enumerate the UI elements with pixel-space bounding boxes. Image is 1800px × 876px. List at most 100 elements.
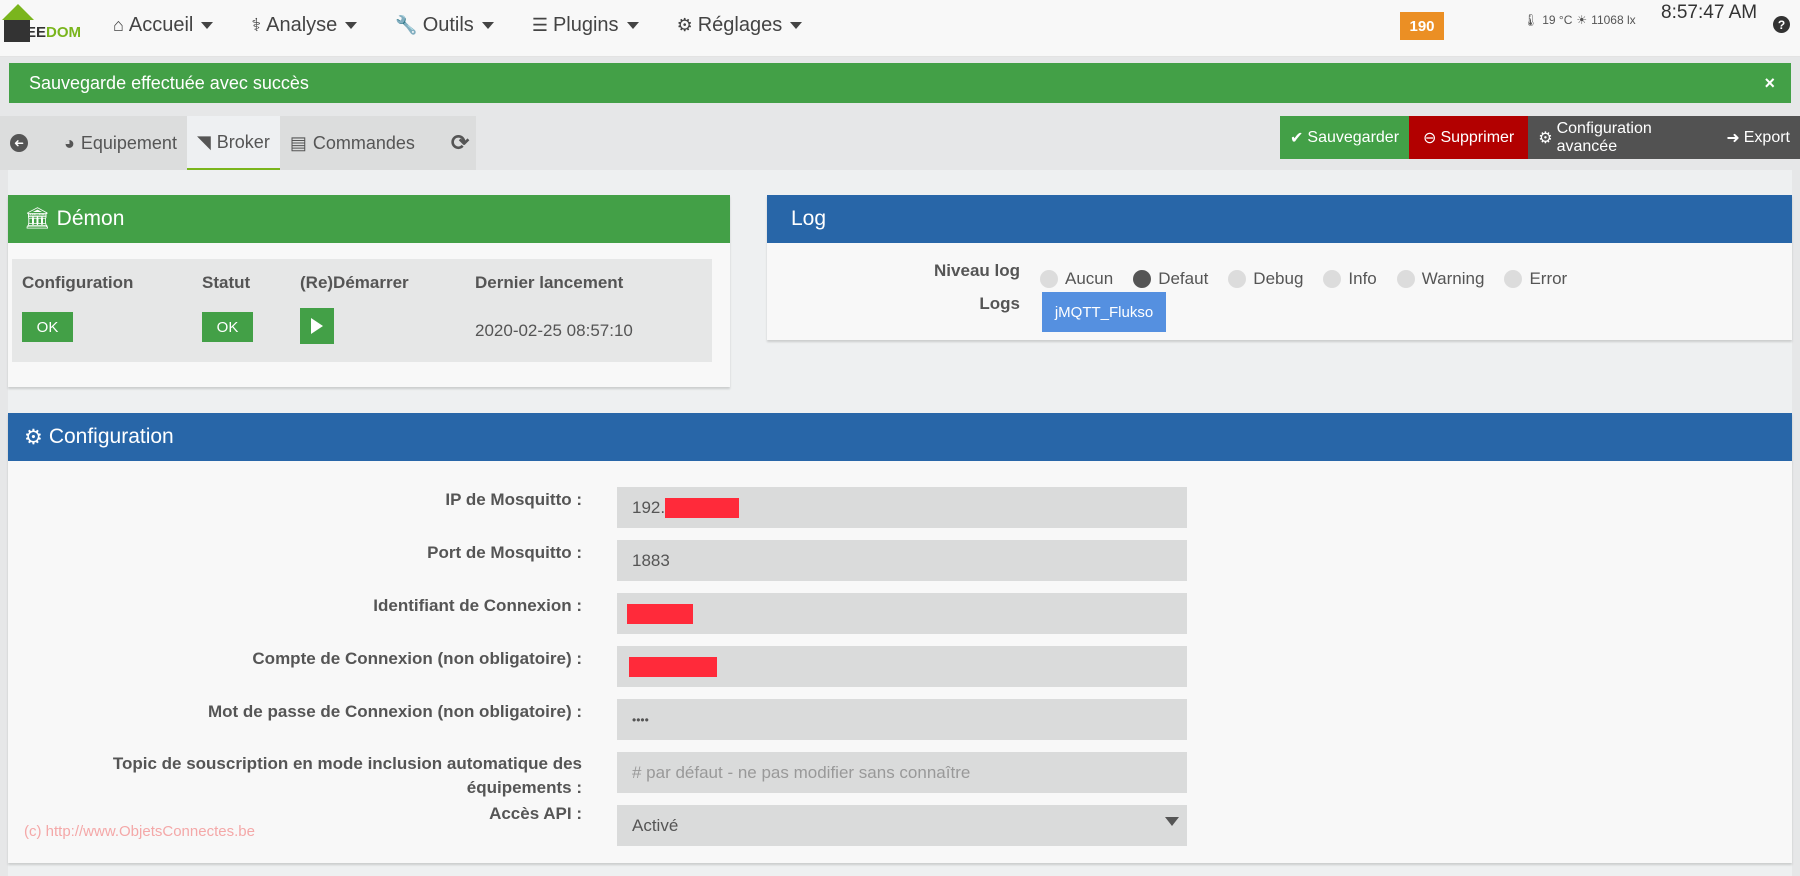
menu-label: Outils [422,13,474,36]
sun-icon: ☀ [1576,13,1588,27]
export-button[interactable]: ➜ Export [1716,116,1800,159]
last-launch-value: 2020-02-25 08:57:10 [475,321,633,340]
radio-dot [1396,270,1415,288]
save-label: Sauvegarder [1307,128,1400,146]
logo-text-suffix: DOM [46,24,82,41]
menu-label: Réglages [697,13,783,36]
field-label: IP de Mosquitto : [445,490,582,509]
caret-down-icon [1165,817,1179,826]
minus-circle-icon: ⊖ [1423,129,1437,147]
thermometer-icon: 🌡 [1523,13,1539,27]
caret-down-icon [626,21,639,29]
menu-accueil[interactable]: ⌂ Accueil [113,13,214,37]
tab-label: Broker [216,131,270,152]
log-panel: Log Niveau log Logs Aucun Defaut Debug I… [767,195,1792,340]
play-icon [311,318,323,334]
refresh-button[interactable]: ⟳ [441,116,479,170]
restart-daemon-button[interactable] [300,308,334,344]
field-label: Topic de souscription en mode inclusion … [112,754,582,797]
message-count-badge[interactable]: 190 [1400,12,1444,40]
radio-dot [1228,270,1247,288]
export-label: Export [1743,128,1790,146]
stethoscope-icon: ⚕ [251,14,262,35]
demon-table: Configuration Statut (Re)Démarrer Dernie… [12,259,712,362]
mosquitto-port-input[interactable]: 1883 [617,540,1187,581]
caret-down-icon [481,21,494,29]
radio-label: Error [1529,269,1568,288]
radio-info[interactable]: Info [1323,269,1377,289]
radio-debug[interactable]: Debug [1228,269,1303,289]
close-icon[interactable]: × [1764,73,1775,94]
jeedom-logo[interactable]: EEDOM [0,4,90,48]
main-menu: ⌂ Accueil ⚕ Analyse 🔧 Outils ☰ Plugins ⚙ Régl… [113,0,840,50]
mosquitto-ip-input[interactable]: 192. [617,487,1187,528]
login-account-input[interactable] [617,646,1187,687]
config-status-badge: OK [22,312,73,342]
success-alert: Sauvegarde effectuée avec succès × [9,63,1791,103]
caret-down-icon [345,21,358,29]
field-value: •••• [632,712,649,727]
panel-title: Démon [56,207,125,230]
radio-dot [1040,270,1058,288]
weather-widget: 🌡 19 °C ☀ 11068 lx [1523,13,1636,27]
broker-tab-content: 🏛 Démon Configuration Statut (Re)Démarrer… [8,170,1792,876]
menu-label: Analyse [266,13,338,36]
menu-label: Accueil [128,13,194,36]
radio-dot-selected [1133,270,1152,288]
radio-warning[interactable]: Warning [1396,269,1485,289]
redaction-mark [629,656,717,677]
redaction-mark [627,603,693,624]
field-label: Port de Mosquitto : [427,543,582,562]
topic-input[interactable]: # par défaut - ne pas modifier sans conn… [617,752,1187,793]
rss-icon: ◥ [196,131,211,152]
tab-commandes[interactable]: ▤ Commandes [280,116,425,170]
field-label: Identifiant de Connexion : [373,596,582,615]
arrow-left-circle-icon: ➜ [10,134,28,152]
delete-button[interactable]: ⊖ Supprimer [1409,116,1529,159]
back-button[interactable]: ➜ [0,116,38,170]
luminosity-value: 11068 lx [1591,13,1636,27]
field-placeholder: # par défaut - ne pas modifier sans conn… [632,762,971,782]
clock: 8:57:47 AM [1661,2,1758,23]
radio-aucun[interactable]: Aucun [1040,269,1113,289]
sign-out-icon: ➜ [1726,129,1740,147]
menu-reglages[interactable]: ⚙ Réglages [677,14,803,37]
list-icon: ▤ [289,132,307,153]
tab-bar: ➜ ◕ Equipement ◥ Broker ▤ Commandes ⟳ [0,116,476,170]
password-input[interactable]: •••• [617,699,1187,740]
menu-plugins[interactable]: ☰ Plugins [532,14,639,37]
demon-panel: 🏛 Démon Configuration Statut (Re)Démarrer… [8,195,730,387]
field-value: 1883 [632,550,670,570]
configuration-panel: ⚙ Configuration IP de Mosquitto : 192. Po… [8,413,1792,863]
column-header: Statut [202,273,251,292]
login-identifier-input[interactable] [617,593,1187,634]
top-navbar: EEDOM ⌂ Accueil ⚕ Analyse 🔧 Outils ☰ Plugins… [0,0,1800,57]
tab-equipement[interactable]: ◕ Equipement [54,116,187,170]
redaction-mark [665,497,740,518]
tab-broker[interactable]: ◥ Broker [186,116,280,170]
help-icon[interactable]: ? [1773,16,1790,33]
radio-label: Warning [1421,269,1485,288]
advanced-config-button[interactable]: ⚙ Configuration avancée [1528,116,1717,159]
cog-icon: ⚙ [676,14,693,35]
configuration-panel-header: ⚙ Configuration [8,413,1792,461]
api-access-select[interactable]: Activé [617,805,1187,846]
log-level-label: Niveau log [934,261,1020,280]
caret-down-icon [201,21,214,29]
advanced-label: Configuration avancée [1556,119,1652,155]
radio-error[interactable]: Error [1504,269,1567,289]
house-roof-icon [2,4,34,20]
menu-outils[interactable]: 🔧 Outils [395,14,494,37]
column-header: Dernier lancement [475,273,624,292]
menu-analyse[interactable]: ⚕ Analyse [251,13,358,37]
delete-label: Supprimer [1440,128,1515,146]
wrench-icon: 🔧 [395,14,418,35]
tab-label: Commandes [312,132,415,153]
radio-defaut[interactable]: Defaut [1133,269,1208,289]
home-icon: ⌂ [113,14,124,35]
save-button[interactable]: ✔ Sauvegarder [1280,116,1410,159]
caret-down-icon [790,21,803,29]
daemon-status-badge: OK [202,312,253,342]
log-file-button[interactable]: jMQTT_Flukso [1042,292,1166,332]
tab-label: Equipement [80,132,177,153]
